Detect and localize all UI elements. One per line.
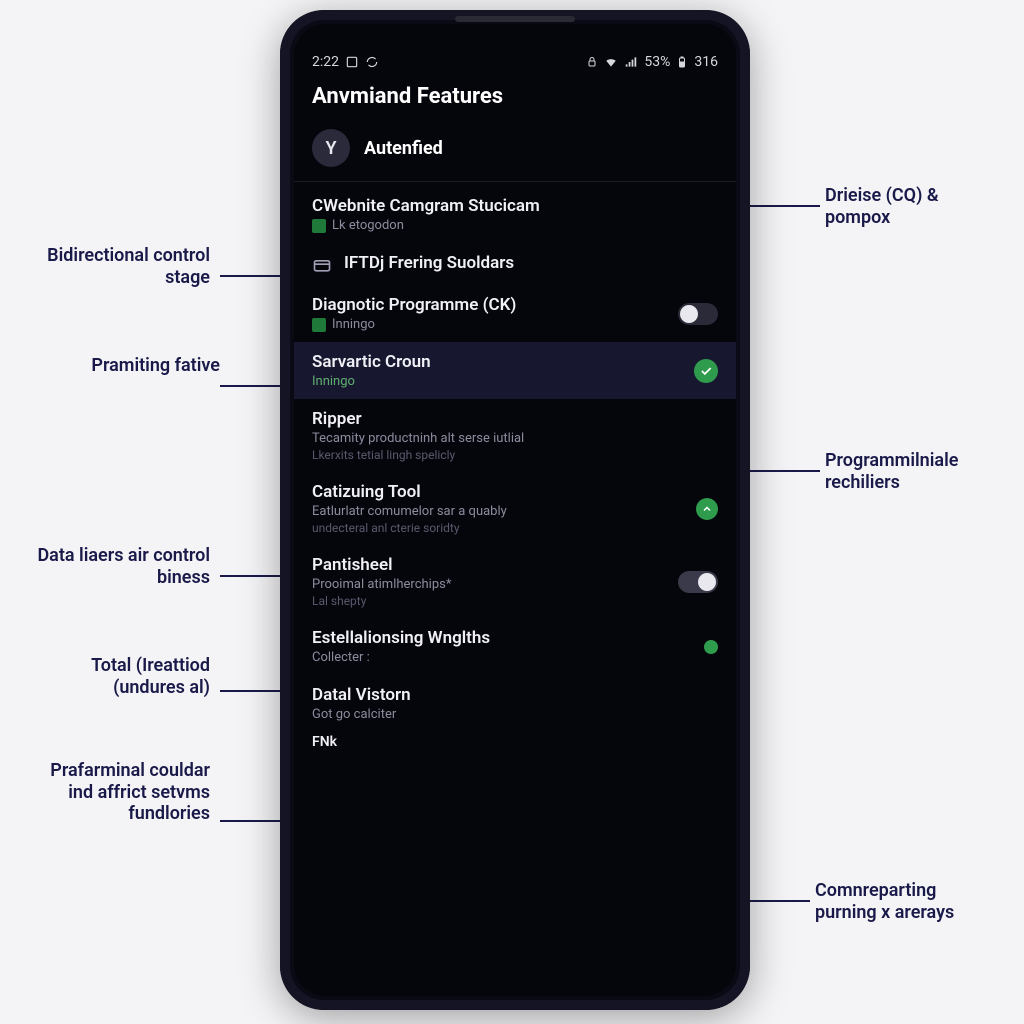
list-item[interactable]: CWebnite Camgram Stucicam Lk etogodon [294, 186, 736, 243]
avatar: Y [312, 129, 350, 167]
item-title: FNk [312, 734, 718, 750]
profile-name: Autenfied [364, 138, 443, 159]
status-signal-icon [624, 55, 638, 69]
toggle[interactable] [678, 303, 718, 325]
page-title: Anvmiand Features [294, 74, 736, 123]
status-battery-num: 316 [694, 54, 718, 70]
item-title: Datal Vistorn [312, 685, 718, 705]
item-title: Catizuing Tool [312, 482, 684, 502]
list-item[interactable]: FNk [294, 732, 736, 760]
status-battery-pct: 53% [644, 54, 670, 70]
item-sub: Lk etogodon [312, 218, 718, 233]
status-time: 2:22 [312, 54, 339, 70]
item-title: Diagnotic Programme (CK) [312, 295, 666, 315]
status-dot-icon [704, 640, 718, 654]
list-item[interactable]: Diagnotic Programme (CK) Inningo [294, 285, 736, 342]
callout-right-3: Comnreparting purning x arerays [815, 880, 995, 923]
callout-right-2: Programmilniale rechiliers [825, 450, 1005, 493]
status-bar: 2:22 53% [294, 24, 736, 74]
phone-speaker [455, 16, 575, 22]
list-item-selected[interactable]: Sarvartic Croun Inningo [294, 342, 736, 399]
list-item[interactable]: Estellalionsing Wnglths Collecter : [294, 618, 736, 675]
callout-left-1: Bidirectional control stage [30, 245, 210, 288]
item-sub: Inningo [312, 317, 666, 332]
screen: 2:22 53% [294, 24, 736, 996]
chevron-up-icon [696, 498, 718, 520]
status-lock-icon [586, 56, 598, 68]
item-sub: Collecter : [312, 650, 692, 665]
settings-list: CWebnite Camgram Stucicam Lk etogodon IF… [294, 182, 736, 760]
status-app-icon [345, 55, 359, 69]
item-title: Sarvartic Croun [312, 352, 682, 372]
list-item[interactable]: Ripper Tecamity productninh alt serse iu… [294, 399, 736, 472]
callout-left-4: Total (Ireattiod (undures al) [30, 655, 210, 698]
list-item[interactable]: Pantisheel Prooimal atimlherchips* Lal s… [294, 545, 736, 618]
item-title: Ripper [312, 409, 718, 429]
item-sub: Eatlurlatr comumelor sar a quably [312, 504, 684, 519]
status-sync-icon [365, 55, 379, 69]
status-battery-icon [676, 55, 688, 69]
status-chip-icon [312, 219, 326, 233]
callout-left-2: Pramiting fative [55, 355, 220, 377]
item-title: Pantisheel [312, 555, 666, 575]
toggle[interactable] [678, 571, 718, 593]
item-sub: Prooimal atimlherchips* [312, 577, 666, 592]
item-sub2: Lkerxits tetial lingh spelicly [312, 448, 718, 462]
item-sub2: Lal shepty [312, 594, 666, 608]
card-icon [312, 255, 332, 275]
callout-right-1: Drieise (CQ) & pompox [825, 185, 1005, 228]
item-sub2: undecteral anl cterie soridty [312, 521, 684, 535]
profile-row[interactable]: Y Autenfied [294, 123, 736, 182]
item-title: CWebnite Camgram Stucicam [312, 196, 718, 216]
list-item[interactable]: Datal Vistorn Got go calciter [294, 675, 736, 732]
item-sub: Inningo [312, 374, 682, 389]
item-sub: Got go calciter [312, 707, 718, 722]
status-chip-icon [312, 318, 326, 332]
status-wifi-icon [604, 55, 618, 69]
callout-left-5: Prafarminal couldar ind affrict setvms f… [30, 760, 210, 825]
callout-left-3: Data liaers air control biness [30, 545, 210, 588]
phone-frame: 2:22 53% [280, 10, 750, 1010]
list-item[interactable]: Catizuing Tool Eatlurlatr comumelor sar … [294, 472, 736, 545]
item-title: Estellalionsing Wnglths [312, 628, 692, 648]
item-sub: Tecamity productninh alt serse iutlial [312, 431, 718, 446]
item-title: IFTDj Frering Suoldars [344, 253, 718, 273]
check-icon [694, 359, 718, 383]
list-item[interactable]: IFTDj Frering Suoldars [294, 243, 736, 285]
